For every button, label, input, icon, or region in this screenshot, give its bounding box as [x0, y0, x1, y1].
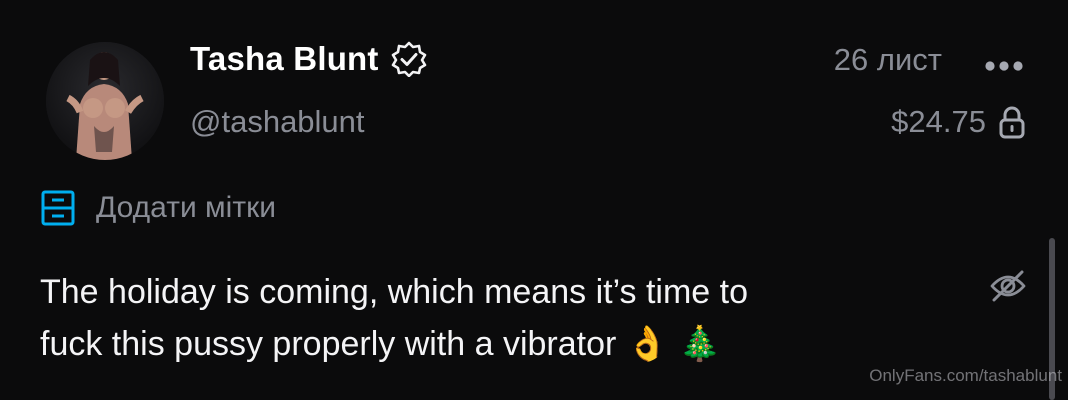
tag-list-icon [40, 188, 76, 228]
author-name-row[interactable]: Tasha Blunt [190, 40, 427, 78]
watermark: OnlyFans.com/tashablunt [869, 366, 1062, 385]
lock-icon [998, 105, 1026, 139]
post-text-line-2-text: fuck this pussy properly with a vibrator [40, 325, 617, 363]
eye-slash-icon[interactable] [988, 266, 1028, 306]
avatar-image [46, 42, 164, 160]
more-options-icon[interactable] [983, 54, 1025, 78]
author-username[interactable]: @tashablunt [190, 104, 365, 140]
post-price[interactable]: $24.75 [891, 104, 1026, 140]
price-label: $24.75 [891, 104, 986, 139]
ok-hand-emoji: 👌 [626, 324, 669, 364]
post-header: Tasha Blunt @tashablunt 26 лист $24.75 [0, 0, 1068, 170]
christmas-tree-emoji: 🎄 [678, 324, 722, 364]
post-text-line-1: The holiday is coming, which means it’s … [40, 273, 749, 311]
post-text-line-2: fuck this pussy properly with a vibrator… [40, 318, 940, 370]
verified-badge-icon [391, 41, 427, 78]
author-display-name[interactable]: Tasha Blunt [190, 40, 379, 78]
post-text: The holiday is coming, which means it’s … [40, 266, 940, 370]
avatar[interactable] [46, 42, 164, 160]
add-tags-label: Додати мітки [96, 191, 276, 224]
add-tags-button[interactable]: Додати мітки [40, 188, 276, 228]
post-date: 26 лист [833, 42, 942, 77]
